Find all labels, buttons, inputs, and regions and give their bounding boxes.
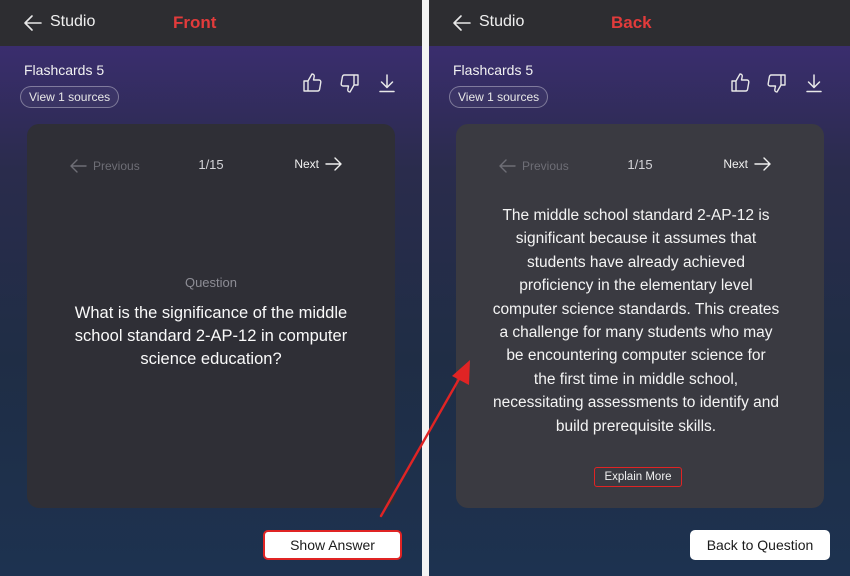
studio-title: Studio [50,13,96,30]
question-text: What is the significance of the middle s… [74,304,348,368]
front-panel: Studio Front Flashcards 5 View 1 sources… [0,0,422,576]
next-label: Next [723,157,748,171]
panel-divider [422,0,429,576]
flashcard: Previous 1/15 Next The middle school sta… [456,124,824,508]
back-label: Back [611,13,652,32]
studio-title: Studio [479,13,525,30]
view-sources-button[interactable]: View 1 sources [449,86,549,108]
deck-title: Flashcards 5 [24,62,105,78]
arrow-left-icon[interactable] [451,12,473,34]
question-label: Question [184,275,238,290]
back-to-question-button[interactable]: Back to Question [690,530,830,560]
thumbs-up-icon[interactable] [729,72,751,94]
download-icon[interactable] [803,72,825,94]
front-label: Front [173,13,217,32]
view-sources-button[interactable]: View 1 sources [20,86,120,108]
deck-title: Flashcards 5 [453,62,534,78]
flashcard: Previous 1/15 Next Question What is the … [27,124,395,508]
answer-text: The middle school standard 2-AP-12 is si… [492,207,780,435]
thumbs-down-icon[interactable] [766,72,788,94]
top-bar: Studio Back [429,0,850,46]
back-panel: Studio Back Flashcards 5 View 1 sources … [429,0,850,576]
download-icon[interactable] [376,72,398,94]
next-label: Next [294,157,319,171]
next-button[interactable]: Next [723,154,772,174]
top-bar: Studio Front [0,0,422,46]
arrow-right-icon [325,157,342,171]
explain-more-button[interactable]: Explain More [594,467,682,487]
show-answer-button[interactable]: Show Answer [263,530,402,560]
arrow-right-icon [754,157,771,171]
thumbs-up-icon[interactable] [301,72,323,94]
thumbs-down-icon[interactable] [339,72,361,94]
arrow-left-icon[interactable] [22,12,44,34]
next-button[interactable]: Next [294,154,343,174]
